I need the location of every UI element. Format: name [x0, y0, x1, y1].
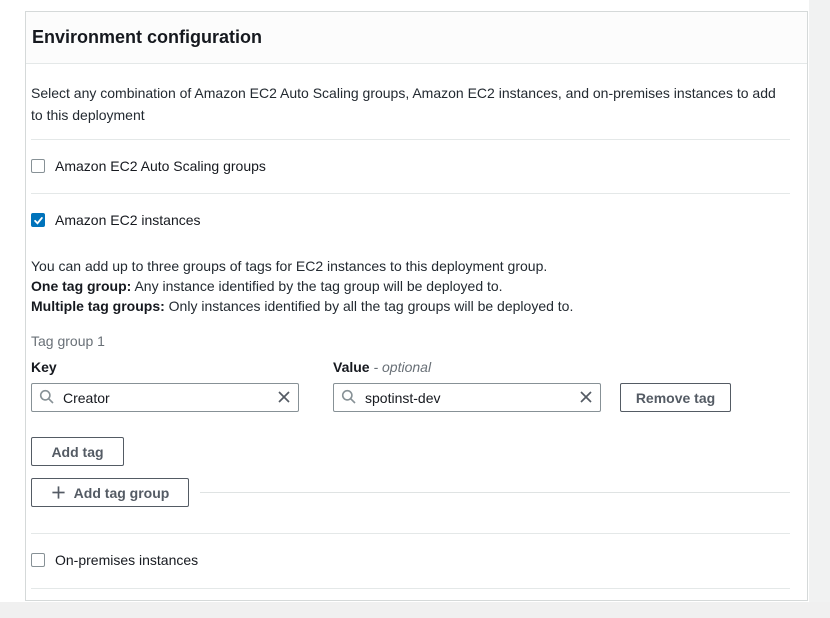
add-tag-group-rule	[200, 492, 790, 493]
key-input-wrap	[31, 383, 299, 412]
checkbox-on-premises-instances[interactable]	[31, 553, 45, 567]
checkbox-row-on-premises-instances[interactable]: On-premises instances	[31, 533, 790, 587]
checkmark-icon	[33, 215, 44, 226]
add-tag-group-label: Add tag group	[74, 485, 170, 501]
page-right-gutter	[809, 0, 830, 618]
remove-tag-button[interactable]: Remove tag	[620, 383, 731, 412]
divider	[31, 588, 790, 589]
tag-help-text: You can add up to three groups of tags f…	[31, 256, 790, 316]
value-input-wrap	[333, 383, 601, 412]
value-label: Value - optional	[333, 359, 431, 375]
search-icon	[341, 389, 357, 405]
checkbox-label-ec2-instances: Amazon EC2 instances	[55, 212, 201, 228]
page-title: Environment configuration	[32, 27, 262, 48]
tag-help-line-2: One tag group: Any instance identified b…	[31, 276, 790, 296]
plus-icon	[51, 485, 66, 500]
page-bottom-gutter	[0, 602, 830, 618]
tag-help-line-1: You can add up to three groups of tags f…	[31, 256, 790, 276]
checkbox-label-ec2-auto-scaling-groups: Amazon EC2 Auto Scaling groups	[55, 158, 266, 174]
checkbox-label-on-premises-instances: On-premises instances	[55, 552, 198, 568]
value-input[interactable]	[333, 383, 601, 412]
page: Environment configuration Select any com…	[0, 0, 830, 618]
key-input[interactable]	[31, 383, 299, 412]
checkbox-ec2-instances[interactable]	[31, 213, 45, 227]
add-tag-group-button[interactable]: Add tag group	[31, 478, 189, 507]
checkbox-row-ec2-auto-scaling-groups[interactable]: Amazon EC2 Auto Scaling groups	[31, 139, 790, 193]
tag-group-title: Tag group 1	[31, 330, 790, 352]
add-tag-button[interactable]: Add tag	[31, 437, 124, 466]
checkbox-row-ec2-instances[interactable]: Amazon EC2 instances	[31, 193, 790, 247]
panel-header: Environment configuration	[26, 12, 807, 64]
checkbox-ec2-auto-scaling-groups[interactable]	[31, 159, 45, 173]
search-icon	[39, 389, 55, 405]
key-label: Key	[31, 359, 57, 375]
tag-help-line-3: Multiple tag groups: Only instances iden…	[31, 296, 790, 316]
clear-key-icon[interactable]	[276, 389, 292, 405]
environment-configuration-panel: Environment configuration Select any com…	[25, 11, 808, 601]
panel-description: Select any combination of Amazon EC2 Aut…	[31, 82, 790, 126]
clear-value-icon[interactable]	[578, 389, 594, 405]
